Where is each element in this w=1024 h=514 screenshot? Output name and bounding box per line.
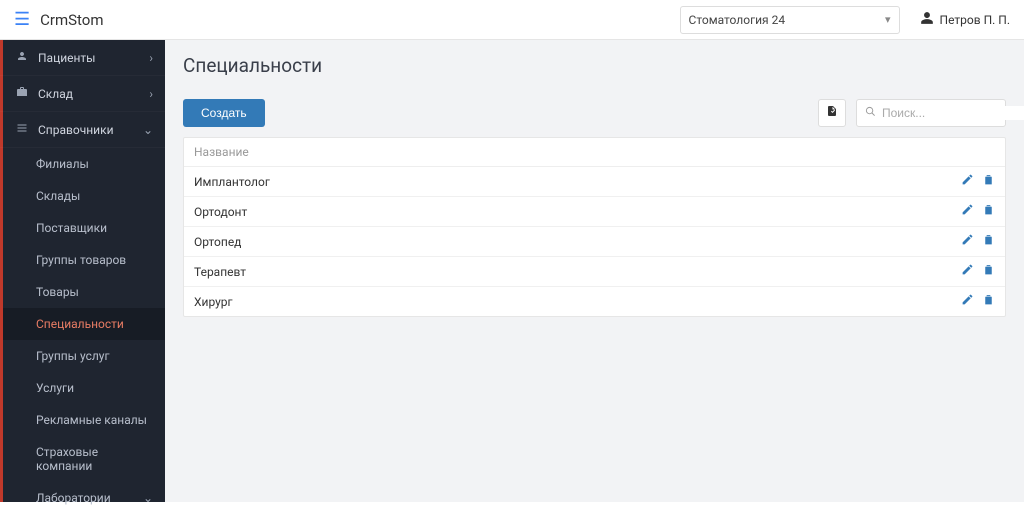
warehouse-icon xyxy=(14,86,30,101)
topbar: ☰ CrmStom Стоматология 24 ▾ Петров П. П. xyxy=(0,0,1024,40)
row-name: Хирург xyxy=(194,295,961,309)
sidebar-subitem[interactable]: Группы товаров xyxy=(0,244,165,276)
user-icon xyxy=(920,11,934,29)
brand-title: CrmStom xyxy=(40,11,103,29)
specialties-table: Название Имплантолог Ортодонт Ортопед Терап… xyxy=(183,137,1006,317)
sidebar-subitem[interactable]: Товары xyxy=(0,276,165,308)
create-button[interactable]: Создать xyxy=(183,99,265,127)
sidebar-subitem[interactable]: Группы услуг xyxy=(0,340,165,372)
user-menu[interactable]: Петров П. П. xyxy=(920,11,1010,29)
sidebar-subitem[interactable]: Лаборатории⌄ xyxy=(0,482,165,514)
edit-icon[interactable] xyxy=(961,293,974,310)
row-actions xyxy=(961,293,995,310)
chevron-right-icon: › xyxy=(149,87,153,101)
table-row: Терапевт xyxy=(184,257,1005,287)
chevron-down-icon: ⌄ xyxy=(143,123,153,137)
sidebar-subitem[interactable]: Склады xyxy=(0,180,165,212)
file-icon xyxy=(826,104,838,122)
user-name-label: Петров П. П. xyxy=(940,13,1010,27)
delete-icon[interactable] xyxy=(982,293,995,310)
chevron-down-icon: ⌄ xyxy=(143,491,153,505)
sidebar-subitem[interactable]: Страховые компании xyxy=(0,436,165,482)
row-actions xyxy=(961,233,995,250)
edit-icon[interactable] xyxy=(961,203,974,220)
row-name: Имплантолог xyxy=(194,175,961,189)
table-header: Название xyxy=(184,138,1005,167)
export-button[interactable] xyxy=(818,99,846,127)
page-title: Специальности xyxy=(183,54,1006,77)
delete-icon[interactable] xyxy=(982,203,995,220)
edit-icon[interactable] xyxy=(961,233,974,250)
row-actions xyxy=(961,263,995,280)
sidebar-item-patients[interactable]: Пациенты › xyxy=(0,40,165,76)
sidebar: Пациенты › Склад › Справочники ⌄ Филиалы… xyxy=(0,40,165,502)
row-actions xyxy=(961,173,995,190)
sidebar-item-references[interactable]: Справочники ⌄ xyxy=(0,112,165,148)
sidebar-subitem[interactable]: Услуги xyxy=(0,372,165,404)
table-row: Хирург xyxy=(184,287,1005,316)
chevron-right-icon: › xyxy=(149,51,153,65)
table-row: Имплантолог xyxy=(184,167,1005,197)
clinic-select[interactable]: Стоматология 24 ▾ xyxy=(680,6,900,34)
sidebar-subitem[interactable]: Поставщики xyxy=(0,212,165,244)
row-name: Ортопед xyxy=(194,235,961,249)
sidebar-item-label: Склад xyxy=(38,87,149,101)
column-header-name: Название xyxy=(194,145,249,159)
search-input[interactable] xyxy=(882,106,1024,120)
sidebar-subitem[interactable]: Специальности xyxy=(0,308,165,340)
table-row: Ортопед xyxy=(184,227,1005,257)
table-row: Ортодонт xyxy=(184,197,1005,227)
search-box[interactable] xyxy=(856,99,1006,127)
row-name: Ортодонт xyxy=(194,205,961,219)
sidebar-item-warehouse[interactable]: Склад › xyxy=(0,76,165,112)
patients-icon xyxy=(14,50,30,65)
sidebar-item-label: Справочники xyxy=(38,123,143,137)
delete-icon[interactable] xyxy=(982,233,995,250)
edit-icon[interactable] xyxy=(961,263,974,280)
toolbar: Создать xyxy=(183,99,1006,127)
delete-icon[interactable] xyxy=(982,263,995,280)
edit-icon[interactable] xyxy=(961,173,974,190)
sidebar-item-label: Пациенты xyxy=(38,51,149,65)
row-name: Терапевт xyxy=(194,265,961,279)
search-icon xyxy=(865,106,876,120)
main-content: Специальности Создать Название Имплантол… xyxy=(165,40,1024,502)
clinic-selected-label: Стоматология 24 xyxy=(689,13,786,27)
list-icon xyxy=(14,122,30,137)
sidebar-subitem-label: Лаборатории xyxy=(36,491,143,505)
menu-toggle-icon[interactable]: ☰ xyxy=(14,9,30,30)
sidebar-subitem[interactable]: Филиалы xyxy=(0,148,165,180)
sidebar-subitem[interactable]: Рекламные каналы xyxy=(0,404,165,436)
row-actions xyxy=(961,203,995,220)
delete-icon[interactable] xyxy=(982,173,995,190)
chevron-down-icon: ▾ xyxy=(885,13,891,26)
